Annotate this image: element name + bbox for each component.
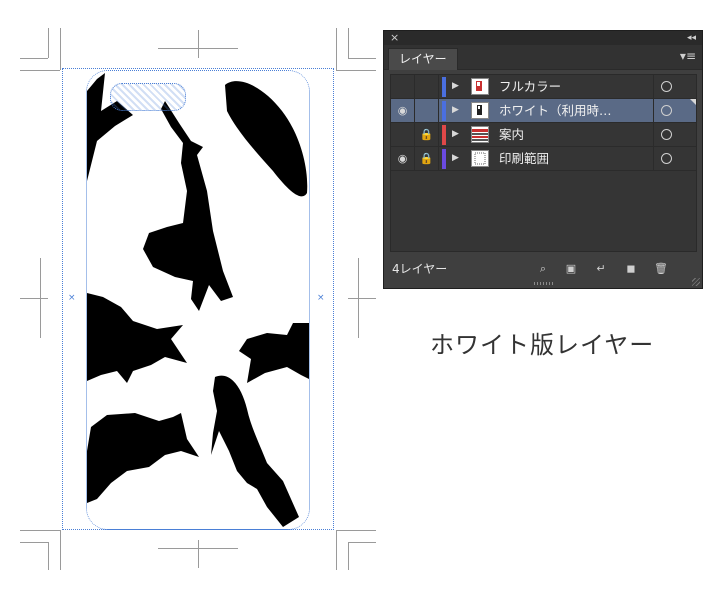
eye-icon[interactable]: ◉ (398, 104, 408, 117)
lock-toggle[interactable] (415, 75, 439, 98)
crop-mark (48, 28, 49, 58)
visibility-toggle[interactable]: ◉ (391, 147, 415, 170)
divider (653, 99, 654, 122)
trash-icon[interactable]: 🗑 (654, 262, 668, 276)
crop-mark (60, 28, 61, 70)
layer-thumbnail (471, 102, 489, 119)
close-icon[interactable]: × (390, 31, 399, 45)
resize-grip-icon[interactable] (692, 278, 700, 286)
fish-silhouettes (87, 73, 309, 527)
register-mark (198, 30, 199, 58)
clipping-mask-icon[interactable]: ▣ (564, 262, 578, 276)
crop-mark (348, 58, 376, 59)
layer-count: 4レイヤー (392, 262, 448, 276)
lock-toggle[interactable]: 🔒 (415, 123, 439, 146)
layer-name[interactable]: フルカラー (499, 75, 561, 98)
layer-color-bar (442, 125, 446, 145)
selection-indicator-icon (690, 99, 696, 105)
layer-name[interactable]: ホワイト（利用時… (499, 99, 612, 122)
layer-name[interactable]: 案内 (499, 123, 524, 146)
panel-tab-bar: レイヤー ▾≡ (384, 45, 702, 70)
panel-title-bar[interactable]: × ◂◂ (384, 31, 702, 45)
visibility-toggle[interactable] (391, 75, 415, 98)
collapse-icon[interactable]: ◂◂ (687, 31, 696, 45)
layer-thumbnail (471, 78, 489, 95)
tab-layers[interactable]: レイヤー (388, 48, 458, 70)
target-circle-icon[interactable] (661, 153, 672, 164)
layer-color-bar (442, 101, 446, 121)
layer-list: ▶ フルカラー ◉ ▶ ホワイト（利用時… 🔒 ▶ 案内 ◉ 🔒 ▶ 印刷範囲 (390, 74, 697, 252)
expand-arrow-icon[interactable]: ▶ (452, 123, 459, 146)
layer-name[interactable]: 印刷範囲 (499, 147, 549, 170)
layer-thumbnail (471, 126, 489, 143)
visibility-toggle[interactable]: ◉ (391, 99, 415, 122)
panel-grip[interactable] (534, 282, 554, 285)
crop-mark (348, 542, 376, 543)
divider (653, 147, 654, 170)
crop-mark (336, 530, 337, 570)
new-layer-icon[interactable]: ◼ (624, 262, 638, 276)
layer-row-white[interactable]: ◉ ▶ ホワイト（利用時… (391, 99, 696, 123)
lock-icon[interactable]: 🔒 (420, 152, 434, 165)
crop-mark (348, 28, 349, 58)
register-mark (20, 298, 48, 299)
expand-arrow-icon[interactable]: ▶ (452, 75, 459, 98)
layer-color-bar (442, 149, 446, 169)
center-x-mark: × (317, 293, 325, 303)
crop-mark (336, 28, 337, 70)
lock-toggle[interactable]: 🔒 (415, 147, 439, 170)
crop-mark (48, 542, 49, 570)
center-x-mark: × (68, 293, 76, 303)
target-circle-icon[interactable] (661, 105, 672, 116)
crop-mark (20, 58, 48, 59)
crop-mark (348, 542, 349, 570)
new-sublayer-icon[interactable]: ↵ (594, 262, 608, 276)
target-circle-icon[interactable] (661, 129, 672, 140)
layer-color-bar (442, 77, 446, 97)
expand-arrow-icon[interactable]: ▶ (452, 147, 459, 170)
divider (653, 75, 654, 98)
search-icon[interactable]: ⌕ (536, 262, 550, 276)
layers-panel: × ◂◂ レイヤー ▾≡ ▶ フルカラー ◉ ▶ ホワイト（利用時… 🔒 ▶ 案… (383, 30, 703, 289)
phone-case-artwork[interactable] (87, 71, 309, 529)
crop-mark (336, 530, 376, 531)
panel-footer: 4レイヤー ⌕ ▣ ↵ ◼ 🗑 (384, 257, 702, 281)
layer-row-guide[interactable]: 🔒 ▶ 案内 (391, 123, 696, 147)
eye-icon[interactable]: ◉ (398, 152, 408, 165)
expand-arrow-icon[interactable]: ▶ (452, 99, 459, 122)
panel-menu-icon[interactable]: ▾≡ (680, 49, 696, 63)
target-circle-icon[interactable] (661, 81, 672, 92)
register-mark (198, 540, 199, 568)
lock-toggle[interactable] (415, 99, 439, 122)
crop-mark (60, 530, 61, 570)
crop-mark (336, 70, 376, 71)
layer-row-full-color[interactable]: ▶ フルカラー (391, 75, 696, 99)
crop-mark (20, 530, 60, 531)
artboard-canvas[interactable]: × × (0, 0, 380, 598)
register-mark (348, 298, 376, 299)
visibility-toggle[interactable] (391, 123, 415, 146)
caption-text: ホワイト版レイヤー (430, 331, 655, 359)
crop-mark (20, 70, 60, 71)
camera-cutout-guide (110, 83, 186, 111)
layer-row-print-area[interactable]: ◉ 🔒 ▶ 印刷範囲 (391, 147, 696, 171)
layer-thumbnail (471, 150, 489, 167)
lock-icon[interactable]: 🔒 (420, 128, 434, 141)
divider (653, 123, 654, 146)
crop-mark (20, 542, 48, 543)
